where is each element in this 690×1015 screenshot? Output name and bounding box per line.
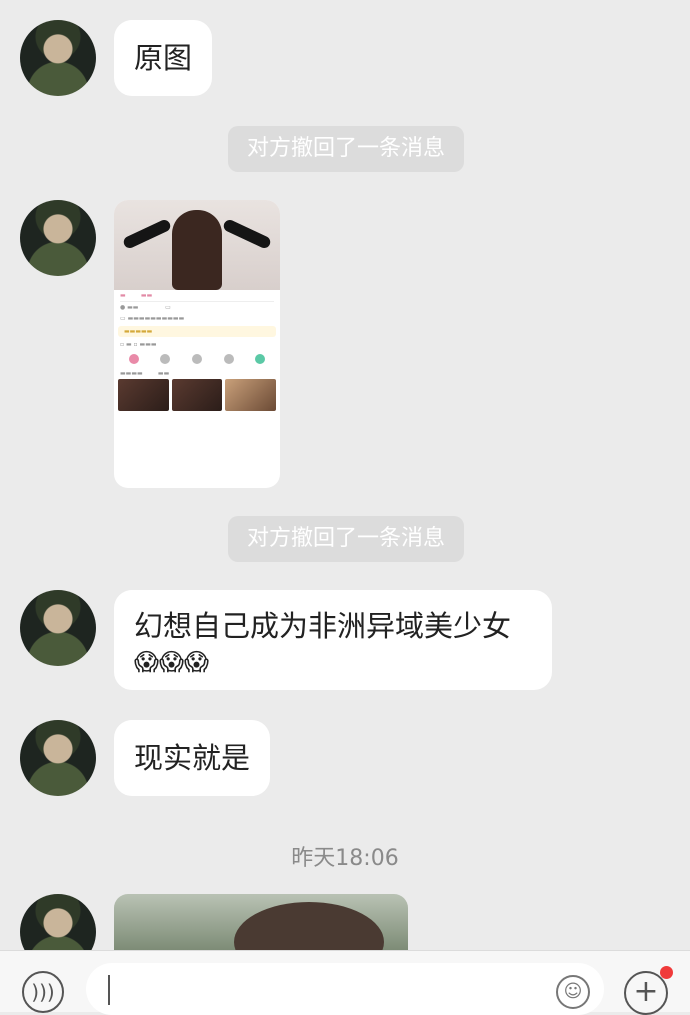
timestamp: 昨天18:06 bbox=[291, 846, 399, 871]
message-emoji: 😱😱😱 bbox=[134, 648, 210, 676]
image-tab-row: ▬ ▬▬ bbox=[120, 292, 153, 299]
image-message[interactable]: ▬ ▬▬ ● ▬▬ ▭ ▭ ▬▬▬▬▬▬▬▬▬▬ ▬▬▬▬▬ ▫ ▬ ▫ ▬▬▬… bbox=[114, 200, 280, 488]
image-post-title: ▭ ▬▬▬▬▬▬▬▬▬▬ bbox=[120, 315, 185, 322]
image-preview bbox=[234, 902, 384, 952]
system-notice: 对方撤回了一条消息 bbox=[228, 516, 464, 562]
system-notice-text: 对方撤回了一条消息 bbox=[246, 136, 445, 161]
text-caret bbox=[108, 975, 110, 1005]
message-text: 现实就是 bbox=[134, 741, 251, 775]
system-notice: 对方撤回了一条消息 bbox=[228, 126, 464, 172]
message-text: 原图 bbox=[134, 41, 193, 75]
message-text: 幻想自己成为非洲异域美少女 bbox=[134, 609, 512, 643]
image-meta: ▫ ▬ ▫ ▬▬▬ bbox=[120, 341, 157, 348]
input-bar: ))) ☺ + bbox=[0, 950, 690, 1015]
unread-dot bbox=[660, 966, 673, 979]
image-section-header: ▬▬▬▬ ▬▬ bbox=[120, 370, 170, 377]
image-preview bbox=[114, 200, 280, 290]
plus-icon[interactable]: + bbox=[624, 971, 668, 1015]
avatar[interactable] bbox=[20, 590, 96, 666]
voice-icon[interactable]: ))) bbox=[22, 971, 64, 1013]
smiley-icon[interactable]: ☺ bbox=[556, 975, 590, 1009]
avatar[interactable] bbox=[20, 200, 96, 276]
message-bubble[interactable]: 现实就是 bbox=[114, 720, 271, 796]
image-banner: ▬▬▬▬▬ bbox=[118, 326, 276, 337]
image-thumbnails bbox=[114, 379, 280, 411]
image-post-line: ● ▬▬ ▭ bbox=[120, 304, 171, 311]
message-bubble[interactable]: 幻想自己成为非洲异域美少女 😱😱😱 bbox=[114, 590, 552, 690]
message-input[interactable]: ☺ bbox=[86, 963, 604, 1015]
image-action-icons bbox=[114, 350, 280, 368]
avatar[interactable] bbox=[20, 20, 96, 96]
avatar[interactable] bbox=[20, 720, 96, 796]
system-notice-text: 对方撤回了一条消息 bbox=[246, 526, 445, 551]
image-message[interactable] bbox=[114, 894, 408, 952]
message-bubble[interactable]: 原图 bbox=[114, 20, 213, 96]
